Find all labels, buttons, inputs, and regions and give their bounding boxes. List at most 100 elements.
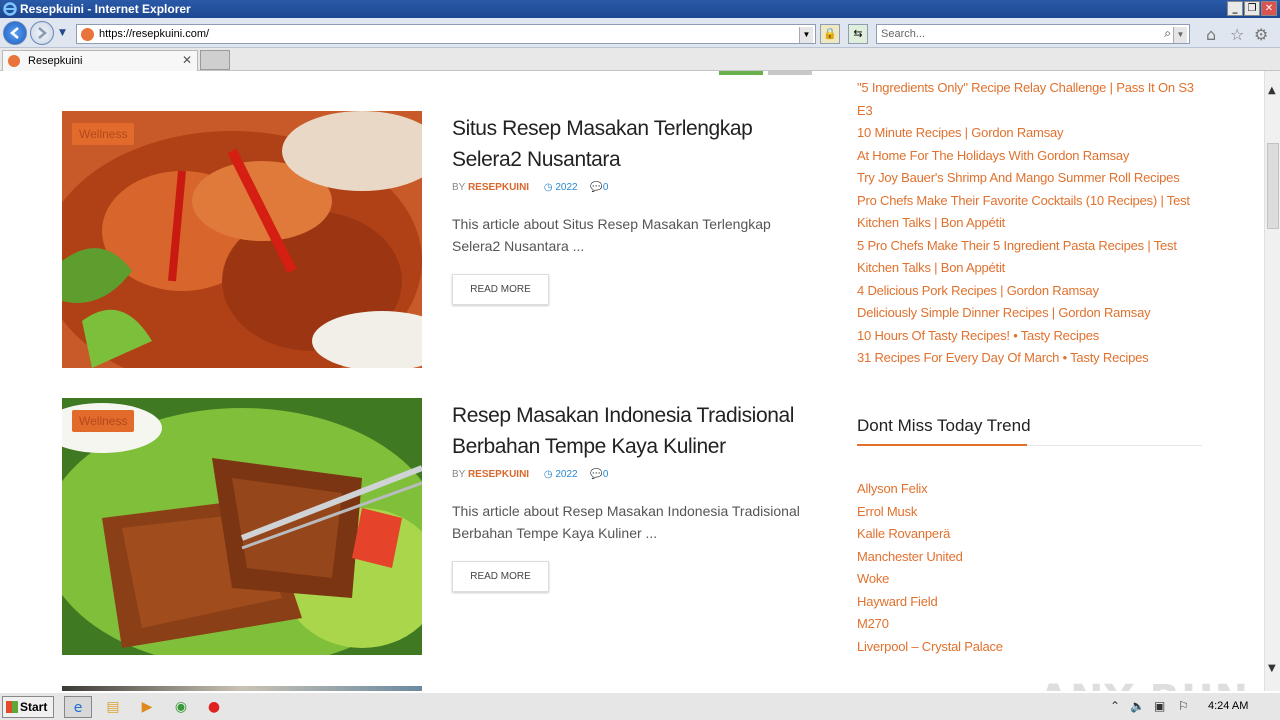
post-thumbnail[interactable]: Wellness bbox=[62, 398, 422, 655]
internet-explorer-icon bbox=[3, 2, 17, 16]
tab-resepkuini[interactable]: Resepkuini ✕ bbox=[2, 50, 198, 71]
trend-link[interactable]: Errol Musk bbox=[857, 501, 1003, 524]
chrome-taskbar-icon[interactable]: ◉ bbox=[167, 696, 195, 718]
volume-icon[interactable]: 🔈 bbox=[1130, 699, 1145, 713]
back-arrow-icon bbox=[10, 27, 19, 39]
trend-link[interactable]: Liverpool – Crystal Palace bbox=[857, 636, 1003, 659]
meta-by: BY bbox=[452, 469, 466, 480]
trend-link[interactable]: M270 bbox=[857, 613, 1003, 636]
lock-icon[interactable]: 🔒 bbox=[820, 24, 840, 44]
security-app-taskbar-icon[interactable]: ● bbox=[200, 696, 228, 718]
category-badge[interactable]: Wellness bbox=[72, 123, 135, 145]
comment-count: 0 bbox=[602, 469, 609, 480]
restore-button[interactable]: ❐ bbox=[1244, 1, 1260, 16]
search-input[interactable]: Search... bbox=[881, 28, 925, 40]
close-tab-icon[interactable]: ✕ bbox=[182, 53, 192, 67]
sidebar-link[interactable]: 5 Pro Chefs Make Their 5 Ingredient Past… bbox=[857, 235, 1202, 280]
tab-label[interactable]: Resepkuini bbox=[28, 55, 82, 67]
clock-icon: ◷ bbox=[543, 469, 556, 480]
trend-link[interactable]: Woke bbox=[857, 568, 1003, 591]
search-box[interactable]: Search... ⌕ ▼ bbox=[876, 24, 1190, 44]
trend-list: Allyson Felix Errol Musk Kalle Rovanperä… bbox=[857, 478, 1003, 658]
post-excerpt: This article about Resep Masakan Indones… bbox=[452, 503, 800, 541]
internet-explorer-taskbar-icon[interactable]: e bbox=[64, 696, 92, 718]
post-author[interactable]: RESEPKUINI bbox=[468, 182, 529, 193]
sidebar-link[interactable]: 10 Minute Recipes | Gordon Ramsay bbox=[857, 122, 1202, 145]
network-icon[interactable]: ▣ bbox=[1154, 699, 1165, 713]
post-author[interactable]: RESEPKUINI bbox=[468, 469, 529, 480]
grey-button-remnant[interactable] bbox=[768, 71, 812, 75]
post-title[interactable]: Resep Masakan Indonesia Tradisional Berb… bbox=[452, 400, 822, 462]
recent-pages-dropdown-icon[interactable]: ▼ bbox=[59, 28, 66, 38]
media-player-taskbar-icon[interactable]: ▶ bbox=[133, 696, 161, 718]
home-icon[interactable]: ⌂ bbox=[1206, 25, 1216, 44]
start-button[interactable]: Start bbox=[2, 696, 54, 718]
address-url[interactable]: https://resepkuini.com/ bbox=[99, 28, 209, 40]
sidebar-link[interactable]: Deliciously Simple Dinner Recipes | Gord… bbox=[857, 302, 1202, 325]
read-more-button[interactable]: READ MORE bbox=[452, 561, 549, 592]
search-dropdown-icon[interactable]: ▼ bbox=[1173, 27, 1187, 43]
sidebar-link[interactable]: "5 Ingredients Only" Recipe Relay Challe… bbox=[857, 77, 1202, 122]
navigation-bar: ▼ https://resepkuini.com/ ▼ 🔒 ⇆ Search..… bbox=[0, 18, 1280, 48]
file-explorer-taskbar-icon[interactable]: ▤ bbox=[99, 696, 127, 718]
sidebar-link[interactable]: Pro Chefs Make Their Favorite Cocktails … bbox=[857, 190, 1202, 235]
taskbar-clock[interactable]: 4:24 AM bbox=[1208, 700, 1248, 712]
new-tab-button[interactable] bbox=[200, 50, 230, 70]
minimize-button[interactable]: _ bbox=[1227, 1, 1243, 16]
action-center-flag-icon[interactable]: ⚐ bbox=[1178, 699, 1189, 713]
page-content: Wellness Situs Resep Masakan Terlengkap … bbox=[0, 71, 1264, 691]
forward-arrow-icon bbox=[38, 27, 47, 39]
sidebar-recent-posts: "5 Ingredients Only" Recipe Relay Challe… bbox=[857, 77, 1202, 370]
post-thumbnail[interactable] bbox=[62, 686, 422, 691]
trend-link[interactable]: Hayward Field bbox=[857, 591, 1003, 614]
window-titlebar: Resepkuini - Internet Explorer _ ❐ ✕ bbox=[0, 0, 1280, 18]
clock-icon: ◷ bbox=[543, 182, 556, 193]
sidebar-link[interactable]: At Home For The Holidays With Gordon Ram… bbox=[857, 145, 1202, 168]
sidebar-link[interactable]: 4 Delicious Pork Recipes | Gordon Ramsay bbox=[857, 280, 1202, 303]
vertical-scrollbar[interactable]: ▲ ▼ bbox=[1264, 71, 1280, 691]
scrollbar-thumb[interactable] bbox=[1267, 143, 1279, 229]
category-badge[interactable]: Wellness bbox=[72, 410, 135, 432]
back-button[interactable] bbox=[3, 21, 27, 45]
search-icon[interactable]: ⌕ bbox=[1164, 26, 1171, 41]
trend-link[interactable]: Allyson Felix bbox=[857, 478, 1003, 501]
address-bar[interactable]: https://resepkuini.com/ ▼ bbox=[76, 24, 816, 44]
trend-link[interactable]: Kalle Rovanperä bbox=[857, 523, 1003, 546]
comment-icon: 💬 bbox=[590, 469, 603, 480]
sidebar-link[interactable]: Try Joy Bauer's Shrimp And Mango Summer … bbox=[857, 167, 1202, 190]
favorites-star-icon[interactable]: ☆ bbox=[1230, 25, 1244, 44]
scroll-up-icon[interactable]: ▲ bbox=[1268, 85, 1276, 96]
post-meta: BY RESEPKUINI ◷ 2022 💬0 bbox=[452, 469, 618, 480]
forward-button[interactable] bbox=[30, 21, 54, 45]
anyrun-watermark: ANY RUN bbox=[1038, 677, 1249, 691]
show-hidden-icons-icon[interactable]: ⌃ bbox=[1110, 699, 1120, 713]
site-favicon-icon bbox=[81, 28, 94, 41]
post-date[interactable]: ◷ 2022 bbox=[544, 182, 578, 193]
close-window-button[interactable]: ✕ bbox=[1261, 1, 1277, 16]
post-comments[interactable]: 💬0 bbox=[590, 182, 608, 193]
post-thumbnail[interactable]: Wellness bbox=[62, 111, 422, 368]
scroll-down-icon[interactable]: ▼ bbox=[1268, 663, 1276, 674]
sidebar-link[interactable]: 31 Recipes For Every Day Of March • Tast… bbox=[857, 347, 1202, 370]
tab-bar: Resepkuini ✕ bbox=[0, 48, 1280, 71]
meta-by: BY bbox=[452, 182, 466, 193]
start-label: Start bbox=[20, 700, 48, 714]
green-button-remnant[interactable] bbox=[719, 71, 763, 75]
read-more-button[interactable]: READ MORE bbox=[452, 274, 549, 305]
comment-icon: 💬 bbox=[590, 182, 603, 193]
settings-gear-icon[interactable]: ⚙ bbox=[1254, 25, 1268, 44]
windows-flag-icon bbox=[6, 701, 18, 713]
post-meta: BY RESEPKUINI ◷ 2022 💬0 bbox=[452, 182, 618, 193]
food-photo-balado bbox=[62, 111, 422, 368]
sidebar-link[interactable]: 10 Hours Of Tasty Recipes! • Tasty Recip… bbox=[857, 325, 1202, 348]
comment-count: 0 bbox=[602, 182, 609, 193]
window-title: Resepkuini - Internet Explorer bbox=[20, 2, 191, 16]
address-dropdown-icon[interactable]: ▼ bbox=[799, 27, 813, 43]
post-title[interactable]: Situs Resep Masakan Terlengkap Selera2 N… bbox=[452, 113, 822, 175]
taskbar: Start e ▤ ▶ ◉ ● ⌃ 🔈 ▣ ⚐ 4:24 AM bbox=[0, 692, 1280, 720]
refresh-icon[interactable]: ⇆ bbox=[848, 24, 868, 44]
trend-link[interactable]: Manchester United bbox=[857, 546, 1003, 569]
post-comments[interactable]: 💬0 bbox=[590, 469, 608, 480]
post-date[interactable]: ◷ 2022 bbox=[544, 469, 578, 480]
post-excerpt: This article about Situs Resep Masakan T… bbox=[452, 216, 771, 254]
